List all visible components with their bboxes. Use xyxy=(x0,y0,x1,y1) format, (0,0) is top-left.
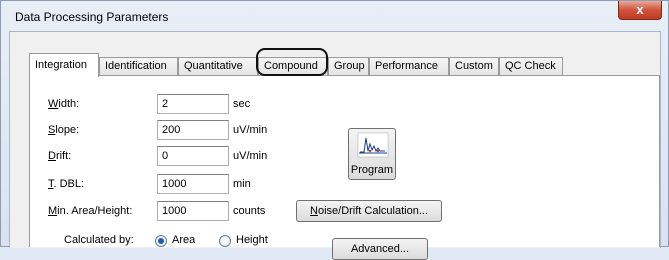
window-title: Data Processing Parameters xyxy=(15,10,169,24)
mnemonic: N xyxy=(310,205,318,217)
tab-label: QC Check xyxy=(505,60,556,72)
tab-label: Quantitative xyxy=(184,60,243,72)
drift-label: Drift: xyxy=(48,150,72,162)
tab-label: Group xyxy=(334,60,365,72)
chromatogram-icon xyxy=(357,132,389,158)
program-button-label: Program xyxy=(350,164,394,176)
slope-unit: uV/min xyxy=(233,124,268,136)
min-area-height-field[interactable]: 1000 xyxy=(157,201,229,221)
height-radio[interactable] xyxy=(219,235,231,247)
advanced-button[interactable]: Advanced... xyxy=(332,238,428,260)
tab-qc-check[interactable]: QC Check xyxy=(499,57,563,75)
close-icon: x xyxy=(636,2,644,17)
tdbl-field[interactable]: 1000 xyxy=(157,174,229,194)
slope-label: Slope: xyxy=(48,124,80,136)
area-radio[interactable] xyxy=(155,235,167,247)
width-unit: sec xyxy=(233,98,251,110)
tab-integration[interactable]: Integration xyxy=(29,53,99,77)
tab-label: Identification xyxy=(105,60,167,72)
tab-custom[interactable]: Custom xyxy=(449,57,499,75)
drift-unit: uV/min xyxy=(233,150,268,162)
program-button[interactable]: Program xyxy=(348,128,396,180)
close-button[interactable]: x xyxy=(618,1,662,20)
min-area-height-label: Min. Area/Height: xyxy=(48,205,133,217)
tab-identification[interactable]: Identification xyxy=(99,57,178,75)
width-field[interactable]: 2 xyxy=(157,94,229,114)
width-label: Width: xyxy=(48,98,80,110)
slope-field[interactable]: 200 xyxy=(157,120,229,140)
title-bar: Data Processing Parameters x xyxy=(1,1,668,31)
tab-group[interactable]: Group xyxy=(328,57,369,75)
tab-label: Performance xyxy=(375,60,438,72)
height-radio-label: Height xyxy=(236,234,268,246)
highlight-circle xyxy=(256,48,328,76)
min-area-height-unit: counts xyxy=(233,205,266,217)
drift-field[interactable]: 0 xyxy=(157,146,229,166)
tab-performance[interactable]: Performance xyxy=(369,57,449,75)
tab-label: Integration xyxy=(35,59,87,71)
tdbl-label: T. DBL: xyxy=(48,178,85,190)
calculated-by-label: Calculated by: xyxy=(64,234,134,246)
area-radio-label: Area xyxy=(172,234,196,246)
tab-quantitative[interactable]: Quantitative xyxy=(178,57,258,75)
tdbl-unit: min xyxy=(233,178,251,190)
noise-drift-calculation-button[interactable]: Noise/Drift Calculation... xyxy=(296,200,442,222)
tab-label: Custom xyxy=(455,60,493,72)
button-label: oise/Drift Calculation... xyxy=(317,205,428,217)
